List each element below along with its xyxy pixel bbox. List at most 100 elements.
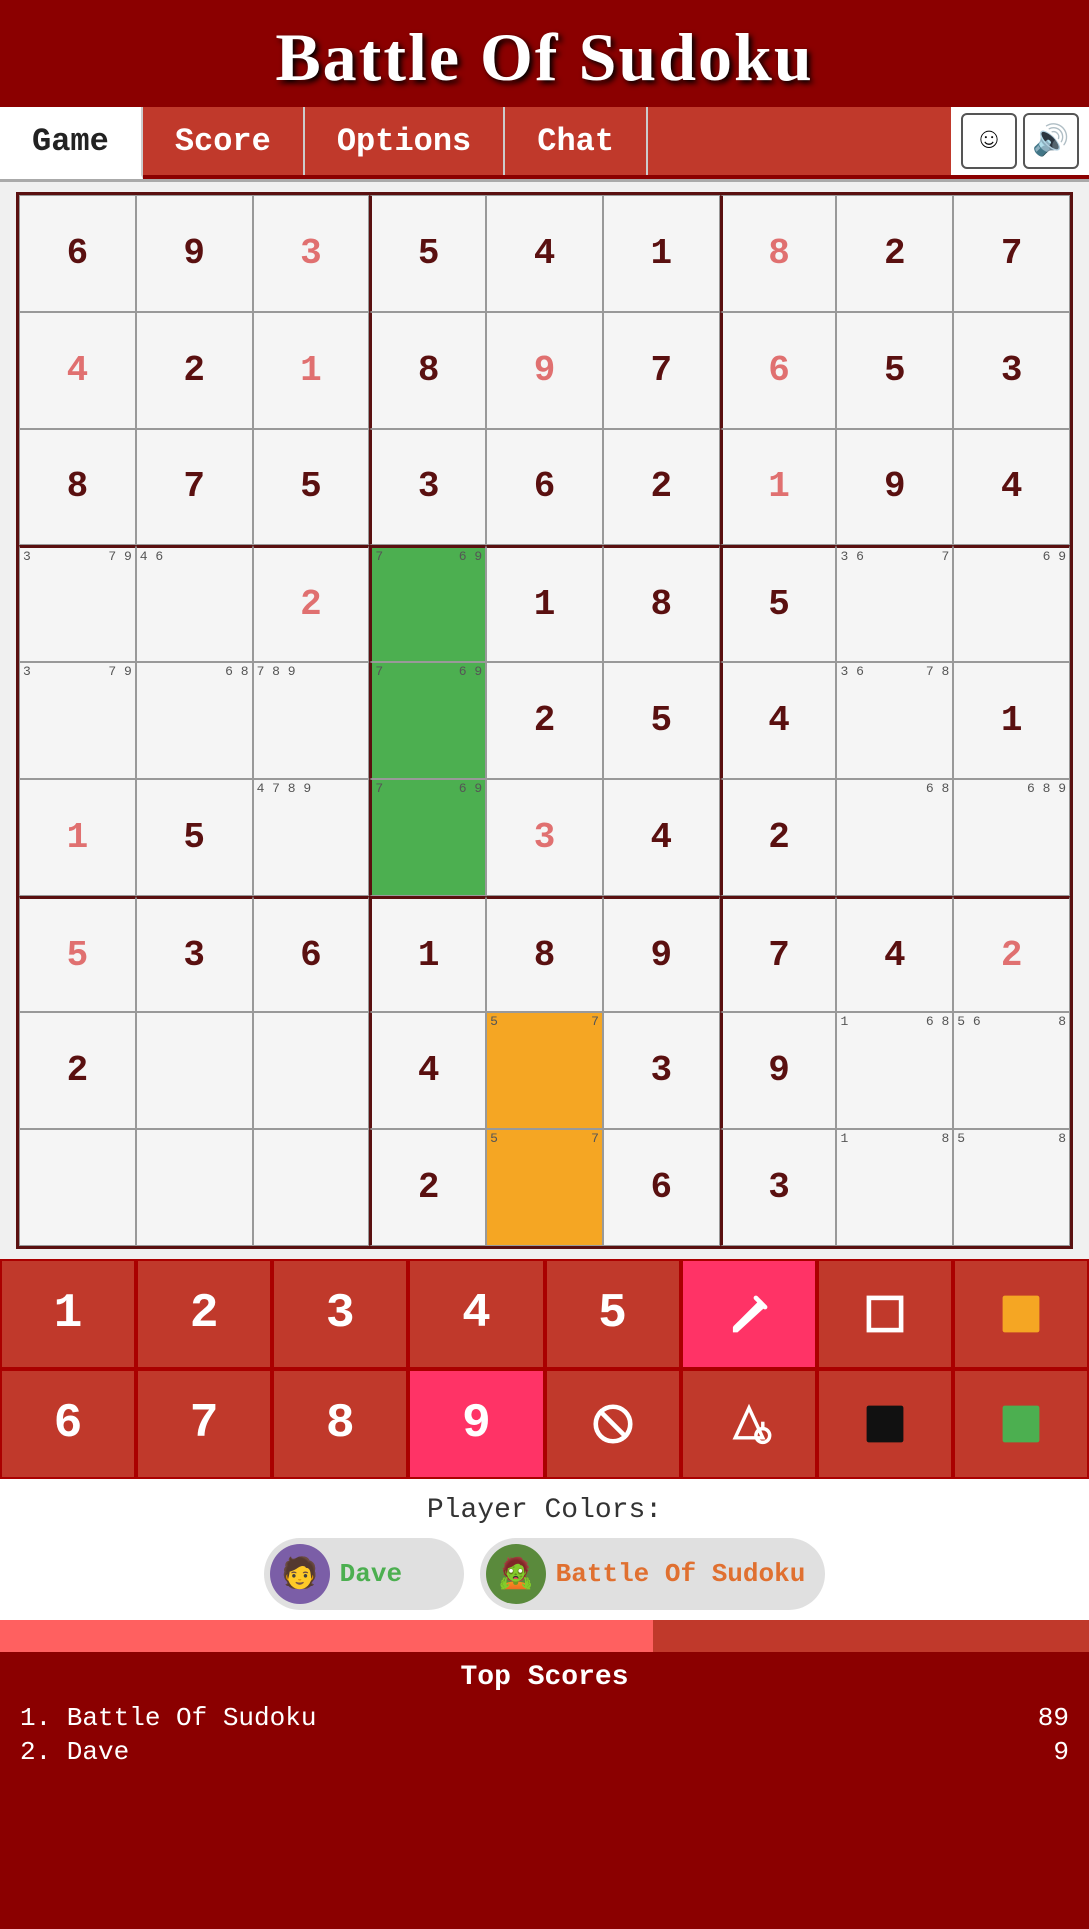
sudoku-cell[interactable]: 9 xyxy=(603,896,720,1013)
player-item-battle-of-sudoku[interactable]: 🧟Battle Of Sudoku xyxy=(480,1538,826,1610)
sudoku-cell[interactable]: 6 xyxy=(19,195,136,312)
sudoku-cell[interactable]: 9 xyxy=(136,195,253,312)
sudoku-cell[interactable]: 2 xyxy=(720,779,837,896)
sudoku-cell[interactable]: 3 xyxy=(603,1012,720,1129)
sudoku-cell[interactable]: 6 8 xyxy=(836,779,953,896)
sudoku-cell[interactable]: 2 xyxy=(603,429,720,546)
tab-score[interactable]: Score xyxy=(143,107,305,175)
sudoku-cell[interactable]: 2 xyxy=(19,1012,136,1129)
sudoku-cell[interactable]: 4 xyxy=(369,1012,486,1129)
sudoku-cell[interactable]: 2 xyxy=(486,662,603,779)
sudoku-cell[interactable]: 2 xyxy=(836,195,953,312)
sudoku-cell[interactable] xyxy=(136,1012,253,1129)
numpad-btn-8[interactable]: 8 xyxy=(272,1369,408,1479)
sudoku-cell[interactable]: 1 xyxy=(486,545,603,662)
sudoku-cell[interactable]: 6 xyxy=(486,429,603,546)
sudoku-cell[interactable]: 6 8 9 xyxy=(953,779,1070,896)
sudoku-cell[interactable]: 7 xyxy=(953,195,1070,312)
sudoku-cell[interactable]: 4 6 xyxy=(136,545,253,662)
sudoku-cell[interactable]: 8 xyxy=(369,312,486,429)
sudoku-cell[interactable]: 6 xyxy=(603,1129,720,1246)
numpad-btn-black-square[interactable] xyxy=(817,1369,953,1479)
sudoku-cell[interactable]: 18 xyxy=(836,1129,953,1246)
sudoku-cell[interactable]: 5 xyxy=(603,662,720,779)
sudoku-cell[interactable]: 4 xyxy=(953,429,1070,546)
sudoku-cell[interactable]: 2 xyxy=(253,545,370,662)
numpad-btn-5[interactable]: 5 xyxy=(545,1259,681,1369)
sudoku-cell[interactable]: 4 xyxy=(836,896,953,1013)
sudoku-cell[interactable]: 57 xyxy=(486,1129,603,1246)
sudoku-cell[interactable]: 5 xyxy=(136,779,253,896)
sudoku-cell[interactable]: 3 xyxy=(486,779,603,896)
sudoku-cell[interactable]: 7 xyxy=(603,312,720,429)
tab-options[interactable]: Options xyxy=(305,107,505,175)
sudoku-cell[interactable] xyxy=(19,1129,136,1246)
tab-chat[interactable]: Chat xyxy=(505,107,648,175)
sudoku-cell[interactable]: 8 xyxy=(19,429,136,546)
sudoku-cell[interactable]: 6 9 xyxy=(953,545,1070,662)
sudoku-cell[interactable]: 16 8 xyxy=(836,1012,953,1129)
sudoku-cell[interactable]: 6 8 xyxy=(136,662,253,779)
sudoku-cell[interactable]: 1 xyxy=(953,662,1070,779)
sudoku-cell[interactable]: 3 67 xyxy=(836,545,953,662)
sudoku-cell[interactable]: 3 xyxy=(253,195,370,312)
sudoku-cell[interactable]: 9 xyxy=(836,429,953,546)
sudoku-cell[interactable]: 37 9 xyxy=(19,662,136,779)
sudoku-cell[interactable]: 57 xyxy=(486,1012,603,1129)
sudoku-cell[interactable]: 5 xyxy=(836,312,953,429)
sudoku-cell[interactable]: 2 xyxy=(953,896,1070,1013)
sudoku-cell[interactable] xyxy=(136,1129,253,1246)
sudoku-cell[interactable]: 6 xyxy=(253,896,370,1013)
sudoku-cell[interactable]: 5 68 xyxy=(953,1012,1070,1129)
sound-button[interactable]: 🔊 xyxy=(1023,113,1079,169)
sudoku-cell[interactable]: 1 xyxy=(369,896,486,1013)
sudoku-cell[interactable]: 3 xyxy=(720,1129,837,1246)
sudoku-cell[interactable]: 6 xyxy=(720,312,837,429)
sudoku-cell[interactable]: 76 9 xyxy=(369,662,486,779)
sudoku-cell[interactable]: 5 xyxy=(19,896,136,1013)
numpad-btn-1[interactable]: 1 xyxy=(0,1259,136,1369)
sudoku-cell[interactable]: 3 xyxy=(953,312,1070,429)
sudoku-cell[interactable]: 7 xyxy=(720,896,837,1013)
sudoku-cell[interactable]: 58 xyxy=(953,1129,1070,1246)
sudoku-cell[interactable]: 37 9 xyxy=(19,545,136,662)
numpad-btn-ban[interactable] xyxy=(545,1369,681,1479)
sudoku-cell[interactable]: 8 xyxy=(486,896,603,1013)
sudoku-cell[interactable]: 4 7 8 9 xyxy=(253,779,370,896)
numpad-btn-pencil[interactable] xyxy=(681,1259,817,1369)
sudoku-cell[interactable]: 3 xyxy=(136,896,253,1013)
sudoku-cell[interactable] xyxy=(253,1012,370,1129)
numpad-btn-7[interactable]: 7 xyxy=(136,1369,272,1479)
player-item-dave[interactable]: 🧑Dave xyxy=(264,1538,464,1610)
sudoku-cell[interactable]: 9 xyxy=(486,312,603,429)
sudoku-cell[interactable]: 4 xyxy=(603,779,720,896)
sudoku-cell[interactable]: 3 67 8 xyxy=(836,662,953,779)
emoji-button[interactable]: ☺ xyxy=(961,113,1017,169)
sudoku-cell[interactable]: 4 xyxy=(19,312,136,429)
sudoku-cell[interactable]: 1 xyxy=(603,195,720,312)
numpad-btn-2[interactable]: 2 xyxy=(136,1259,272,1369)
sudoku-cell[interactable]: 5 xyxy=(253,429,370,546)
sudoku-cell[interactable]: 76 9 xyxy=(369,545,486,662)
sudoku-cell[interactable]: 4 xyxy=(486,195,603,312)
sudoku-cell[interactable]: 4 xyxy=(720,662,837,779)
numpad-btn-6[interactable]: 6 xyxy=(0,1369,136,1479)
numpad-btn-square[interactable] xyxy=(817,1259,953,1369)
numpad-btn-3[interactable]: 3 xyxy=(272,1259,408,1369)
sudoku-cell[interactable]: 1 xyxy=(19,779,136,896)
sudoku-cell[interactable]: 7 xyxy=(136,429,253,546)
numpad-btn-fill[interactable] xyxy=(681,1369,817,1479)
sudoku-cell[interactable]: 1 xyxy=(720,429,837,546)
sudoku-cell[interactable]: 8 xyxy=(720,195,837,312)
numpad-btn-green-square[interactable] xyxy=(953,1369,1089,1479)
sudoku-cell[interactable] xyxy=(253,1129,370,1246)
sudoku-cell[interactable]: 5 xyxy=(720,545,837,662)
sudoku-cell[interactable]: 8 xyxy=(603,545,720,662)
sudoku-cell[interactable]: 2 xyxy=(369,1129,486,1246)
sudoku-cell[interactable]: 2 xyxy=(136,312,253,429)
sudoku-cell[interactable]: 3 xyxy=(369,429,486,546)
numpad-btn-4[interactable]: 4 xyxy=(408,1259,544,1369)
sudoku-cell[interactable]: 7 8 9 xyxy=(253,662,370,779)
numpad-btn-9[interactable]: 9 xyxy=(408,1369,544,1479)
numpad-btn-orange-square[interactable] xyxy=(953,1259,1089,1369)
